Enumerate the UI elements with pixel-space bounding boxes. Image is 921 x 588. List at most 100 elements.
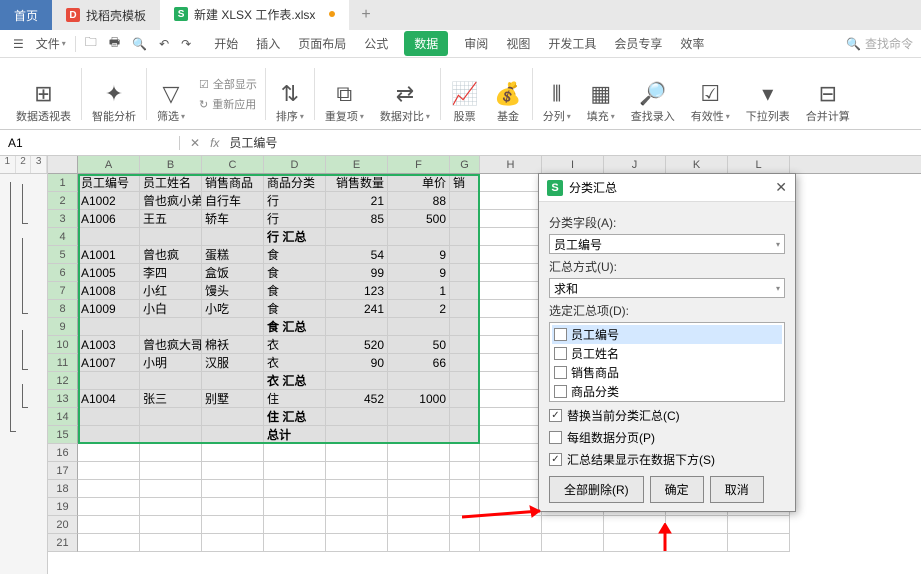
cell[interactable]: 商品分类 bbox=[264, 174, 326, 192]
filter-button[interactable]: ▽筛选▾ bbox=[149, 64, 193, 124]
cell[interactable] bbox=[388, 372, 450, 390]
preview-icon[interactable]: 🔍 bbox=[127, 34, 152, 54]
outline-level-2[interactable]: 2 bbox=[16, 156, 32, 173]
tab-start[interactable]: 开始 bbox=[212, 31, 240, 56]
fill-button[interactable]: ▦填充▾ bbox=[579, 64, 623, 124]
lookup-button[interactable]: 🔎查找录入 bbox=[623, 64, 683, 124]
save-icon[interactable]: 🗀 bbox=[80, 30, 102, 57]
cell[interactable] bbox=[542, 534, 604, 552]
tab-review[interactable]: 审阅 bbox=[462, 31, 490, 56]
col-E[interactable]: E bbox=[326, 156, 388, 173]
row-header[interactable]: 13 bbox=[48, 390, 78, 408]
cell[interactable] bbox=[728, 516, 790, 534]
cell[interactable]: A1006 bbox=[78, 210, 140, 228]
compare-button[interactable]: ⇄数据对比▾ bbox=[372, 64, 438, 124]
cell[interactable] bbox=[666, 534, 728, 552]
cell[interactable] bbox=[450, 264, 480, 282]
row-header[interactable]: 7 bbox=[48, 282, 78, 300]
cell[interactable]: 小白 bbox=[140, 300, 202, 318]
cell[interactable] bbox=[140, 462, 202, 480]
cell[interactable] bbox=[140, 408, 202, 426]
cell[interactable] bbox=[450, 228, 480, 246]
cell[interactable] bbox=[480, 390, 542, 408]
cell[interactable]: 员工编号 bbox=[78, 174, 140, 192]
cell[interactable] bbox=[480, 426, 542, 444]
cell[interactable] bbox=[326, 426, 388, 444]
tab-home[interactable]: 首页 bbox=[0, 0, 52, 30]
cell[interactable] bbox=[78, 228, 140, 246]
cell[interactable]: 蛋糕 bbox=[202, 246, 264, 264]
cell[interactable]: 食 bbox=[264, 246, 326, 264]
stock-button[interactable]: 📈股票 bbox=[443, 64, 486, 124]
cell[interactable] bbox=[450, 480, 480, 498]
droplist-button[interactable]: ▾下拉列表 bbox=[738, 64, 798, 124]
col-C[interactable]: C bbox=[202, 156, 264, 173]
cell[interactable]: 行 bbox=[264, 210, 326, 228]
cell[interactable]: 99 bbox=[326, 264, 388, 282]
tab-formula[interactable]: 公式 bbox=[362, 31, 390, 56]
cell[interactable] bbox=[480, 372, 542, 390]
cell[interactable] bbox=[78, 534, 140, 552]
chk-pagebreak[interactable]: 每组数据分页(P) bbox=[549, 429, 785, 446]
cell[interactable] bbox=[480, 336, 542, 354]
cell[interactable] bbox=[202, 516, 264, 534]
cell[interactable]: 汉服 bbox=[202, 354, 264, 372]
cell[interactable]: A1002 bbox=[78, 192, 140, 210]
merge-button[interactable]: ⊟合并计算 bbox=[798, 64, 858, 124]
col-F[interactable]: F bbox=[388, 156, 450, 173]
cell[interactable] bbox=[388, 498, 450, 516]
cell[interactable]: 9 bbox=[388, 264, 450, 282]
cell[interactable]: 棉袄 bbox=[202, 336, 264, 354]
cell[interactable] bbox=[450, 444, 480, 462]
cell[interactable]: 食 汇总 bbox=[264, 318, 326, 336]
cell[interactable] bbox=[450, 318, 480, 336]
cell[interactable]: A1004 bbox=[78, 390, 140, 408]
cell[interactable] bbox=[388, 318, 450, 336]
cell[interactable] bbox=[388, 408, 450, 426]
cell[interactable] bbox=[78, 426, 140, 444]
chk-below[interactable]: ✓汇总结果显示在数据下方(S) bbox=[549, 451, 785, 468]
cell[interactable] bbox=[264, 498, 326, 516]
tab-data[interactable]: 数据 bbox=[404, 31, 448, 56]
cell[interactable] bbox=[78, 480, 140, 498]
cell[interactable] bbox=[202, 426, 264, 444]
cell[interactable]: 54 bbox=[326, 246, 388, 264]
cell[interactable]: 曾也疯大哥 bbox=[140, 336, 202, 354]
cell[interactable] bbox=[78, 318, 140, 336]
cell[interactable]: A1001 bbox=[78, 246, 140, 264]
cell[interactable] bbox=[480, 264, 542, 282]
cell[interactable] bbox=[264, 534, 326, 552]
print-icon[interactable]: 🖶 bbox=[104, 30, 125, 57]
cell[interactable]: 85 bbox=[326, 210, 388, 228]
cell[interactable] bbox=[264, 462, 326, 480]
col-I[interactable]: I bbox=[542, 156, 604, 173]
cell[interactable]: 总计 bbox=[264, 426, 326, 444]
cell[interactable]: 员工姓名 bbox=[140, 174, 202, 192]
cancel-icon[interactable]: ✕ bbox=[190, 136, 200, 150]
row-header[interactable]: 3 bbox=[48, 210, 78, 228]
cell[interactable]: 销售商品 bbox=[202, 174, 264, 192]
showall-button[interactable]: ☑ 全部显示 bbox=[199, 76, 257, 92]
cell[interactable] bbox=[450, 534, 480, 552]
cell[interactable]: 90 bbox=[326, 354, 388, 372]
cell[interactable] bbox=[728, 534, 790, 552]
cancel-button[interactable]: 取消 bbox=[710, 476, 764, 503]
cell[interactable] bbox=[388, 516, 450, 534]
fx-icon[interactable]: fx bbox=[210, 136, 219, 150]
cell[interactable] bbox=[140, 228, 202, 246]
cell[interactable] bbox=[388, 444, 450, 462]
cell[interactable] bbox=[480, 174, 542, 192]
cell[interactable]: 66 bbox=[388, 354, 450, 372]
cell[interactable]: A1008 bbox=[78, 282, 140, 300]
cell[interactable] bbox=[202, 444, 264, 462]
valid-button[interactable]: ☑有效性▾ bbox=[683, 64, 738, 124]
cell[interactable]: 王五 bbox=[140, 210, 202, 228]
row-header[interactable]: 5 bbox=[48, 246, 78, 264]
cell[interactable]: 241 bbox=[326, 300, 388, 318]
cell[interactable]: 衣 bbox=[264, 354, 326, 372]
cell[interactable] bbox=[480, 462, 542, 480]
list-item[interactable]: 销售商品 bbox=[552, 363, 782, 382]
cell[interactable] bbox=[326, 516, 388, 534]
cell[interactable] bbox=[264, 444, 326, 462]
new-tab-button[interactable]: + bbox=[349, 6, 382, 24]
